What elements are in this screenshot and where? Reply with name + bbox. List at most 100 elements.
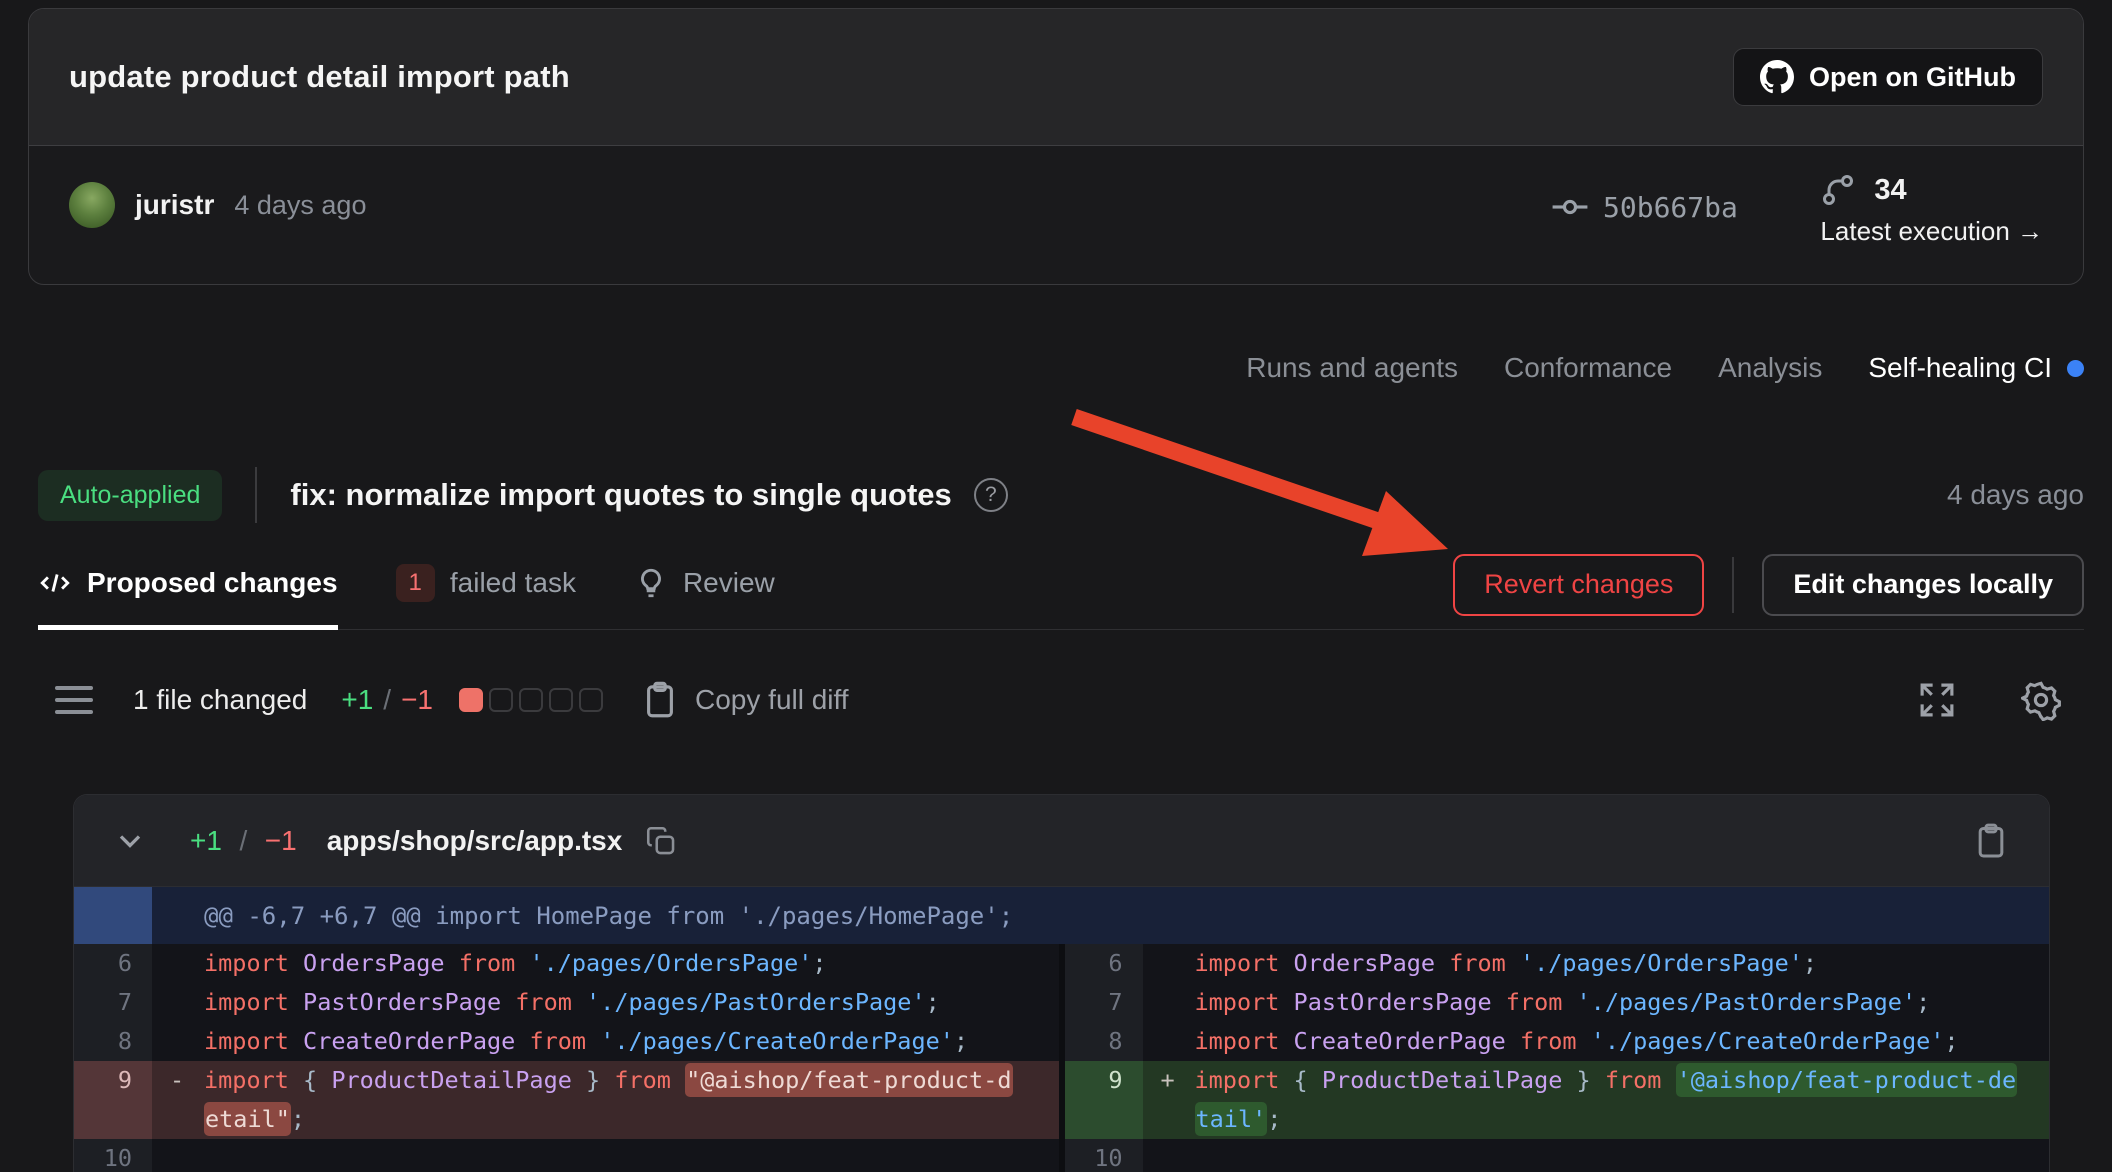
diff-line: 8import CreateOrderPage from './pages/Cr… xyxy=(1065,1022,2050,1061)
line-number: 8 xyxy=(74,1022,152,1061)
copy-path-icon[interactable] xyxy=(644,824,678,858)
diffstat-square xyxy=(579,688,603,712)
fix-heading-row: Auto-applied fix: normalize import quote… xyxy=(38,466,2084,524)
hunk-gutter xyxy=(74,887,152,944)
diff-line: 9-import { ProductDetailPage } from "@ai… xyxy=(74,1061,1059,1139)
diff-toolbar: 1 file changed +1 / −1 Copy full diff xyxy=(55,668,2062,732)
diff-line: 10 xyxy=(1065,1139,2050,1172)
copy-full-diff-button[interactable]: Copy full diff xyxy=(695,684,849,716)
fullscreen-icon[interactable] xyxy=(1916,679,1958,721)
diffstat-square xyxy=(489,688,513,712)
fix-title: fix: normalize import quotes to single q… xyxy=(290,477,951,513)
gear-icon[interactable] xyxy=(2020,679,2062,721)
diffstat-square xyxy=(519,688,543,712)
clipboard-icon[interactable] xyxy=(639,679,681,721)
file-path: apps/shop/src/app.tsx xyxy=(327,825,623,857)
line-number: 8 xyxy=(1065,1022,1143,1061)
help-icon[interactable]: ? xyxy=(974,478,1008,512)
failed-count-badge: 1 xyxy=(396,564,435,602)
diff-file-header: +1 / −1 apps/shop/src/app.tsx xyxy=(74,795,2049,887)
avatar[interactable] xyxy=(69,182,115,228)
nav-item-analysis[interactable]: Analysis xyxy=(1718,352,1822,384)
diff-pane-old: 6import OrdersPage from './pages/OrdersP… xyxy=(74,944,1059,1172)
fix-timestamp: 4 days ago xyxy=(1947,479,2084,511)
line-number: 10 xyxy=(74,1139,152,1172)
diffstat-square xyxy=(549,688,573,712)
files-changed-label: 1 file changed xyxy=(133,684,307,716)
revert-changes-button[interactable]: Revert changes xyxy=(1453,554,1704,616)
hunk-header-row: @@ -6,7 +6,7 @@ import HomePage from './… xyxy=(74,887,2049,944)
code-cell: import PastOrdersPage from './pages/Past… xyxy=(1143,983,2050,1022)
tab-failed-task[interactable]: 1 failed task xyxy=(396,541,576,630)
top-nav: Runs and agents Conformance Analysis Sel… xyxy=(1246,352,2084,384)
chevron-down-icon[interactable] xyxy=(112,823,148,859)
diff-sign: + xyxy=(1161,1061,1175,1100)
button-divider xyxy=(1732,557,1734,613)
code-icon xyxy=(38,566,72,600)
split-diff: 6import OrdersPage from './pages/OrdersP… xyxy=(74,944,2049,1172)
line-number: 10 xyxy=(1065,1139,1143,1172)
code-cell: import OrdersPage from './pages/OrdersPa… xyxy=(1143,944,2050,983)
line-number: 6 xyxy=(1065,944,1143,983)
diffstat-added: +1 xyxy=(341,684,373,716)
commit-hash-group[interactable]: 50b667ba xyxy=(1551,188,1738,226)
nav-item-conformance[interactable]: Conformance xyxy=(1504,352,1672,384)
code-cell xyxy=(152,1139,1059,1172)
line-number: 6 xyxy=(74,944,152,983)
toolbar-right xyxy=(1916,679,2062,721)
file-diffstat-added: +1 xyxy=(190,825,222,856)
code-cell xyxy=(1143,1139,2050,1172)
diffstat-squares xyxy=(459,688,603,712)
page-title: update product detail import path xyxy=(69,59,570,95)
tabs-row: Proposed changes 1 failed task Review Re… xyxy=(38,540,2084,630)
diffstat-separator: / xyxy=(383,684,391,716)
workflow-icon xyxy=(1820,172,1856,208)
action-buttons: Revert changes Edit changes locally xyxy=(1453,554,2084,616)
line-number: 9 xyxy=(74,1061,152,1139)
execution-count-row: 34 xyxy=(1820,172,1906,208)
code-cell: import OrdersPage from './pages/OrdersPa… xyxy=(152,944,1059,983)
code-cell: -import { ProductDetailPage } from "@ais… xyxy=(152,1061,1059,1139)
code-cell: +import { ProductDetailPage } from '@ais… xyxy=(1143,1061,2050,1139)
line-number: 9 xyxy=(1065,1061,1143,1139)
file-list-menu-icon[interactable] xyxy=(55,686,93,714)
lightbulb-icon xyxy=(634,566,668,600)
tab-review[interactable]: Review xyxy=(634,541,775,630)
vertical-divider xyxy=(255,467,257,523)
line-number: 7 xyxy=(1065,983,1143,1022)
auto-applied-badge: Auto-applied xyxy=(38,470,222,521)
open-on-github-label: Open on GitHub xyxy=(1809,62,2016,93)
tab-label: failed task xyxy=(450,567,576,599)
nav-item-self-healing-ci[interactable]: Self-healing CI xyxy=(1868,352,2084,384)
copy-file-diff-icon[interactable] xyxy=(1971,821,2011,861)
github-icon xyxy=(1760,60,1794,94)
file-diffstat: +1 / −1 xyxy=(190,825,297,857)
edit-changes-locally-button[interactable]: Edit changes locally xyxy=(1762,554,2084,616)
commit-card-header: update product detail import path Open o… xyxy=(29,9,2083,146)
diff-line: 9+import { ProductDetailPage } from '@ai… xyxy=(1065,1061,2050,1139)
diff-line: 6import OrdersPage from './pages/OrdersP… xyxy=(74,944,1059,983)
file-diffstat-separator: / xyxy=(239,825,247,856)
execution-count: 34 xyxy=(1874,174,1906,207)
tab-label: Review xyxy=(683,567,775,599)
commit-card: update product detail import path Open o… xyxy=(28,8,2084,285)
diff-line: 8import CreateOrderPage from './pages/Cr… xyxy=(74,1022,1059,1061)
nav-item-runs-and-agents[interactable]: Runs and agents xyxy=(1246,352,1458,384)
diffstat-removed: −1 xyxy=(401,684,433,716)
author-name: juristr xyxy=(135,189,214,221)
tab-proposed-changes[interactable]: Proposed changes xyxy=(38,541,338,630)
diff-line: 10 xyxy=(74,1139,1059,1172)
git-commit-icon xyxy=(1551,188,1589,226)
nav-item-label: Self-healing CI xyxy=(1868,352,2052,384)
diff-line: 6import OrdersPage from './pages/OrdersP… xyxy=(1065,944,2050,983)
execution-group: 34 Latest execution → xyxy=(1820,172,2043,247)
active-nav-dot-icon xyxy=(2067,360,2084,377)
diff-sign: - xyxy=(170,1061,184,1100)
diff-line: 7import PastOrdersPage from './pages/Pas… xyxy=(1065,983,2050,1022)
code-cell: import CreateOrderPage from './pages/Cre… xyxy=(1143,1022,2050,1061)
latest-execution-link[interactable]: Latest execution → xyxy=(1820,216,2043,247)
commit-hash: 50b667ba xyxy=(1603,191,1738,224)
hunk-header-text: @@ -6,7 +6,7 @@ import HomePage from './… xyxy=(152,887,1013,944)
diffstat-square xyxy=(459,688,483,712)
open-on-github-button[interactable]: Open on GitHub xyxy=(1733,48,2043,106)
